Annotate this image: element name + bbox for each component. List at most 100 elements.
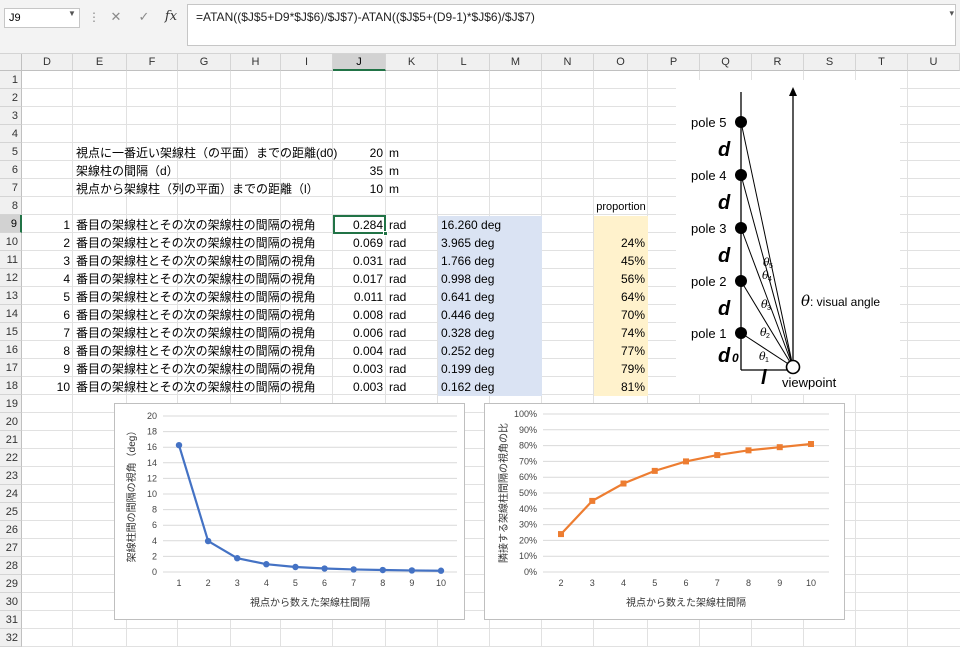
- rad-unit-cell[interactable]: rad: [386, 270, 438, 288]
- row-header-16[interactable]: 16: [0, 341, 22, 359]
- row-header-30[interactable]: 30: [0, 593, 22, 611]
- proportion-cell[interactable]: 45%: [594, 252, 648, 270]
- column-header-p[interactable]: P: [648, 54, 700, 71]
- column-header-s[interactable]: S: [804, 54, 856, 71]
- row-label-cell[interactable]: 番目の架線柱とその次の架線柱の間隔の視角: [73, 270, 333, 288]
- proportion-chart[interactable]: 0% 10% 20% 30% 40% 50% 60% 70% 80% 90% 100% 2 3 4 5 6 7 8…: [484, 403, 845, 620]
- column-header-n[interactable]: N: [542, 54, 594, 71]
- column-header-e[interactable]: E: [73, 54, 127, 71]
- column-header-k[interactable]: K: [386, 54, 438, 71]
- column-header-f[interactable]: F: [127, 54, 178, 71]
- param-label-d[interactable]: 架線柱の間隔（d）: [73, 162, 333, 180]
- column-header-i[interactable]: I: [281, 54, 333, 71]
- param-value-d0[interactable]: 20: [333, 144, 386, 162]
- column-header-g[interactable]: G: [178, 54, 231, 71]
- row-label-cell[interactable]: 番目の架線柱とその次の架線柱の間隔の視角: [73, 234, 333, 252]
- proportion-header[interactable]: proportion: [594, 198, 648, 216]
- row-index-cell[interactable]: 3: [22, 252, 73, 270]
- rad-value-cell[interactable]: 0.006: [333, 324, 386, 342]
- row-header-32[interactable]: 32: [0, 629, 22, 647]
- row-index-cell[interactable]: 2: [22, 234, 73, 252]
- proportion-cell[interactable]: 70%: [594, 306, 648, 324]
- rad-unit-cell[interactable]: rad: [386, 378, 438, 396]
- proportion-cell[interactable]: 64%: [594, 288, 648, 306]
- row-header-14[interactable]: 14: [0, 305, 22, 323]
- rad-unit-cell[interactable]: rad: [386, 360, 438, 378]
- deg-value-cell[interactable]: 0.641 deg: [438, 288, 542, 306]
- proportion-cell[interactable]: [594, 216, 648, 234]
- rad-unit-cell[interactable]: rad: [386, 234, 438, 252]
- expand-formula-icon[interactable]: ▾: [949, 8, 954, 19]
- row-header-12[interactable]: 12: [0, 269, 22, 287]
- row-index-cell[interactable]: 8: [22, 342, 73, 360]
- param-unit-d[interactable]: m: [386, 162, 438, 180]
- select-all-corner[interactable]: [0, 54, 22, 71]
- row-header-6[interactable]: 6: [0, 161, 22, 179]
- row-index-cell[interactable]: 6: [22, 306, 73, 324]
- deg-value-cell[interactable]: 1.766 deg: [438, 252, 542, 270]
- column-header-t[interactable]: T: [856, 54, 908, 71]
- rad-value-cell[interactable]: 0.011: [333, 288, 386, 306]
- chevron-down-icon[interactable]: ▼: [68, 9, 76, 18]
- pole-diagram[interactable]: pole 5 pole 4 pole 3 pole 2 pole 1 d d d…: [676, 80, 900, 394]
- deg-value-cell[interactable]: 0.252 deg: [438, 342, 542, 360]
- row-header-20[interactable]: 20: [0, 413, 22, 431]
- row-header-24[interactable]: 24: [0, 485, 22, 503]
- row-header-21[interactable]: 21: [0, 431, 22, 449]
- proportion-cell[interactable]: 24%: [594, 234, 648, 252]
- row-header-5[interactable]: 5: [0, 143, 22, 161]
- deg-value-cell[interactable]: 0.998 deg: [438, 270, 542, 288]
- param-label-l[interactable]: 視点から架線柱（列の平面）までの距離（l）: [73, 180, 333, 198]
- insert-function-button[interactable]: fx: [160, 9, 182, 27]
- row-header-2[interactable]: 2: [0, 89, 22, 107]
- column-header-q[interactable]: Q: [700, 54, 752, 71]
- proportion-cell[interactable]: 81%: [594, 378, 648, 396]
- rad-value-cell[interactable]: 0.069: [333, 234, 386, 252]
- row-label-cell[interactable]: 番目の架線柱とその次の架線柱の間隔の視角: [73, 378, 333, 396]
- deg-value-cell[interactable]: 0.162 deg: [438, 378, 542, 396]
- param-unit-l[interactable]: m: [386, 180, 438, 198]
- param-label-d0[interactable]: 視点に一番近い架線柱（の平面）までの距離(d0): [73, 144, 337, 162]
- row-label-cell[interactable]: 番目の架線柱とその次の架線柱の間隔の視角: [73, 324, 333, 342]
- deg-value-cell[interactable]: 16.260 deg: [438, 216, 542, 234]
- proportion-cell[interactable]: 79%: [594, 360, 648, 378]
- row-header-31[interactable]: 31: [0, 611, 22, 629]
- row-header-13[interactable]: 13: [0, 287, 22, 305]
- rad-value-cell[interactable]: 0.004: [333, 342, 386, 360]
- row-header-11[interactable]: 11: [0, 251, 22, 269]
- rad-value-cell[interactable]: 0.017: [333, 270, 386, 288]
- deg-value-cell[interactable]: 0.328 deg: [438, 324, 542, 342]
- formula-input[interactable]: =ATAN(($J$5+D9*$J$6)/$J$7)-ATAN(($J$5+(D…: [187, 4, 956, 46]
- enter-icon[interactable]: ✓: [133, 9, 155, 27]
- row-index-cell[interactable]: 5: [22, 288, 73, 306]
- column-header-o[interactable]: O: [594, 54, 648, 71]
- row-label-cell[interactable]: 番目の架線柱とその次の架線柱の間隔の視角: [73, 252, 333, 270]
- column-header-h[interactable]: H: [231, 54, 281, 71]
- rad-unit-cell[interactable]: rad: [386, 216, 438, 234]
- row-header-22[interactable]: 22: [0, 449, 22, 467]
- deg-value-cell[interactable]: 3.965 deg: [438, 234, 542, 252]
- rad-value-cell[interactable]: 0.008: [333, 306, 386, 324]
- rad-unit-cell[interactable]: rad: [386, 342, 438, 360]
- column-header-l[interactable]: L: [438, 54, 490, 71]
- rad-value-cell[interactable]: 0.003: [333, 378, 386, 396]
- column-header-m[interactable]: M: [490, 54, 542, 71]
- rad-unit-cell[interactable]: rad: [386, 324, 438, 342]
- row-header-1[interactable]: 1: [0, 71, 22, 89]
- row-header-4[interactable]: 4: [0, 125, 22, 143]
- row-header-27[interactable]: 27: [0, 539, 22, 557]
- rad-unit-cell[interactable]: rad: [386, 288, 438, 306]
- param-value-d[interactable]: 35: [333, 162, 386, 180]
- column-header-d[interactable]: D: [22, 54, 73, 71]
- param-value-l[interactable]: 10: [333, 180, 386, 198]
- rad-unit-cell[interactable]: rad: [386, 252, 438, 270]
- deg-value-cell[interactable]: 0.446 deg: [438, 306, 542, 324]
- row-header-28[interactable]: 28: [0, 557, 22, 575]
- rad-value-cell[interactable]: 0.031: [333, 252, 386, 270]
- rad-value-cell[interactable]: 0.003: [333, 360, 386, 378]
- row-label-cell[interactable]: 番目の架線柱とその次の架線柱の間隔の視角: [73, 342, 333, 360]
- param-unit-d0[interactable]: m: [386, 144, 438, 162]
- fill-handle[interactable]: [383, 231, 388, 236]
- row-header-3[interactable]: 3: [0, 107, 22, 125]
- column-header-u[interactable]: U: [908, 54, 960, 71]
